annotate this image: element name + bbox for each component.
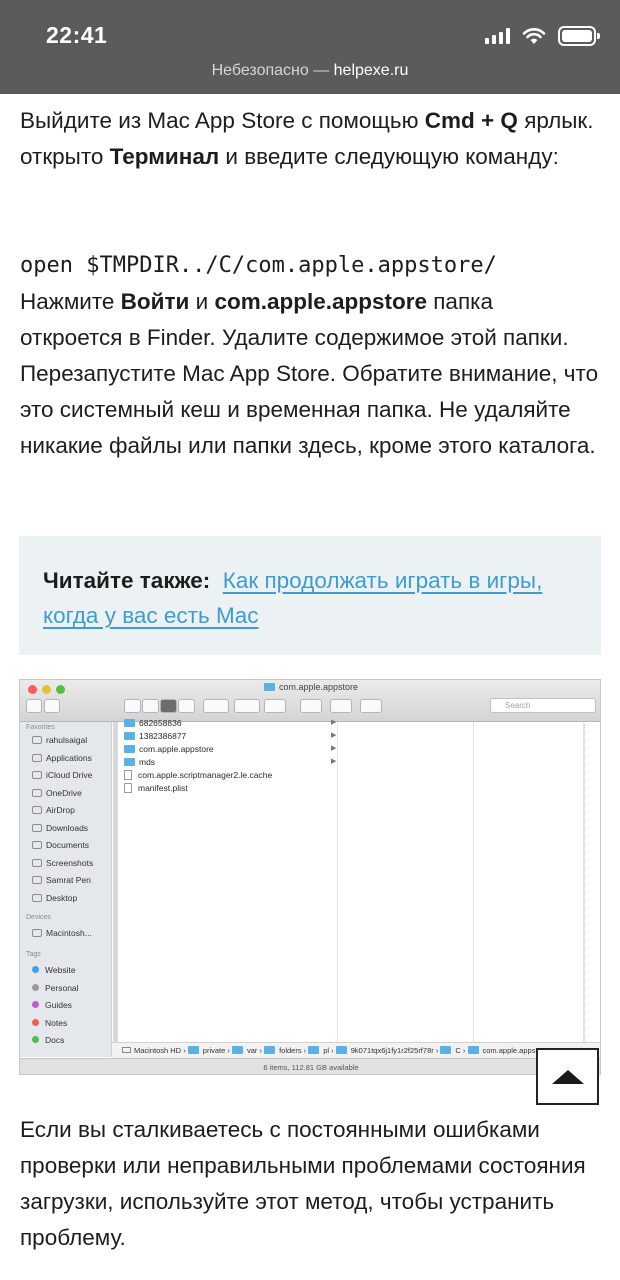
icon-view-icon xyxy=(124,699,141,713)
sidebar-heading: Tags xyxy=(26,951,41,958)
sidebar-item: Macintosh... xyxy=(32,928,92,938)
finder-screenshot: com.apple.appstore Search Favorites rahu… xyxy=(19,679,601,1075)
folder-icon xyxy=(32,789,42,797)
airdrop-icon xyxy=(32,806,42,814)
finder-toolbar: com.apple.appstore Search xyxy=(20,680,600,722)
finder-sidebar: Favorites rahulsaigal Applications iClou… xyxy=(20,722,112,1057)
folder-icon xyxy=(124,719,135,727)
new-folder-icon xyxy=(330,699,352,713)
read-also-box: Читайте также: Как продолжать играть в и… xyxy=(19,536,601,655)
sidebar-tag: Docs xyxy=(32,1035,64,1045)
folder-icon xyxy=(263,683,275,691)
sidebar-item: Downloads xyxy=(32,823,88,833)
sidebar-item: iCloud Drive xyxy=(32,770,92,780)
file-icon xyxy=(124,783,132,793)
finder-column-2 xyxy=(338,722,474,1042)
sidebar-item: Samrat Pen xyxy=(32,875,91,885)
home-icon xyxy=(32,736,42,744)
file-row: 1382386877 ▶ xyxy=(124,731,336,741)
applications-icon xyxy=(32,754,42,762)
cellular-signal-icon xyxy=(485,28,510,44)
column-view-icon xyxy=(160,699,177,713)
status-time: 22:41 xyxy=(46,22,108,48)
read-also-label: Читайте также: xyxy=(43,568,211,593)
sidebar-item: Desktop xyxy=(32,893,77,903)
gallery-view-icon xyxy=(178,699,195,713)
list-view-icon xyxy=(142,699,159,713)
share-icon xyxy=(264,699,286,713)
desktop-icon xyxy=(32,894,42,902)
sidebar-heading: Devices xyxy=(26,914,51,921)
file-row: 682658836 ▶ xyxy=(124,718,336,728)
info-icon xyxy=(360,699,382,713)
disk-icon xyxy=(32,929,42,937)
url-bar[interactable]: Небезопасно — helpexe.ru xyxy=(0,62,620,80)
article-paragraph: Если вы сталкиваетесь с постоянными ошиб… xyxy=(20,1117,586,1250)
download-icon xyxy=(32,824,42,832)
sidebar-item: Applications xyxy=(32,753,92,763)
tag-dot-icon xyxy=(32,1019,39,1026)
folder-icon xyxy=(32,876,42,884)
article-paragraph: Выйдите из Mac App Store с помощью Cmd +… xyxy=(20,108,594,169)
url-domain: helpexe.ru xyxy=(333,62,409,79)
arrow-up-icon xyxy=(551,1069,584,1084)
arrange-icon xyxy=(203,699,229,713)
sidebar-item: Documents xyxy=(32,840,89,850)
tag-icon xyxy=(300,699,322,713)
sidebar-item: OneDrive xyxy=(32,788,82,798)
system-icons xyxy=(485,26,600,46)
folder-icon xyxy=(124,745,135,753)
file-row: manifest.plist xyxy=(124,783,188,793)
file-row: com.apple.scriptmanager2.le.cache xyxy=(124,770,272,780)
folder-icon xyxy=(124,758,135,766)
scroll-to-top-button[interactable] xyxy=(536,1048,599,1105)
back-icon xyxy=(26,699,42,713)
finder-status-bar: 6 items, 112.81 GB available xyxy=(20,1058,600,1074)
preview-column xyxy=(584,724,592,1042)
gear-icon xyxy=(234,699,260,713)
article-paragraph: Нажмите Войти и com.apple.appstore папка… xyxy=(20,289,599,458)
finder-window-title: com.apple.appstore xyxy=(20,682,600,692)
folder-icon xyxy=(124,732,135,740)
sidebar-tag: Website xyxy=(32,965,76,975)
sidebar-heading: Favorites xyxy=(26,724,55,731)
tag-dot-icon xyxy=(32,1036,39,1043)
tag-dot-icon xyxy=(32,984,39,991)
file-row: mds ▶ xyxy=(124,757,336,767)
sidebar-item: rahulsaigal xyxy=(32,735,87,745)
tag-dot-icon xyxy=(32,966,39,973)
wifi-icon xyxy=(522,28,546,44)
sidebar-item: AirDrop xyxy=(32,805,75,815)
battery-icon xyxy=(558,26,600,46)
documents-icon xyxy=(32,841,42,849)
folder-icon xyxy=(32,859,42,867)
finder-search: Search xyxy=(490,698,596,713)
sidebar-tag: Guides xyxy=(32,1000,72,1010)
forward-icon xyxy=(44,699,60,713)
disk-icon xyxy=(122,1047,131,1053)
sidebar-item: Screenshots xyxy=(32,858,93,868)
url-security-label: Небезопасно — xyxy=(211,62,334,79)
sidebar-tag: Personal xyxy=(32,983,79,993)
terminal-command: open $TMPDIR../C/com.apple.appstore/ xyxy=(20,253,497,278)
finder-column-3 xyxy=(474,722,584,1042)
browser-top-bar: 22:41 Небезопасно — helpexe.ru xyxy=(0,0,620,94)
file-row: com.apple.appstore ▶ xyxy=(124,744,336,754)
file-icon xyxy=(124,770,132,780)
sidebar-tag: Notes xyxy=(32,1018,67,1028)
cloud-icon xyxy=(32,771,42,779)
finder-path-bar: Macintosh HD › private › var › folders ›… xyxy=(112,1042,600,1058)
tag-dot-icon xyxy=(32,1001,39,1008)
